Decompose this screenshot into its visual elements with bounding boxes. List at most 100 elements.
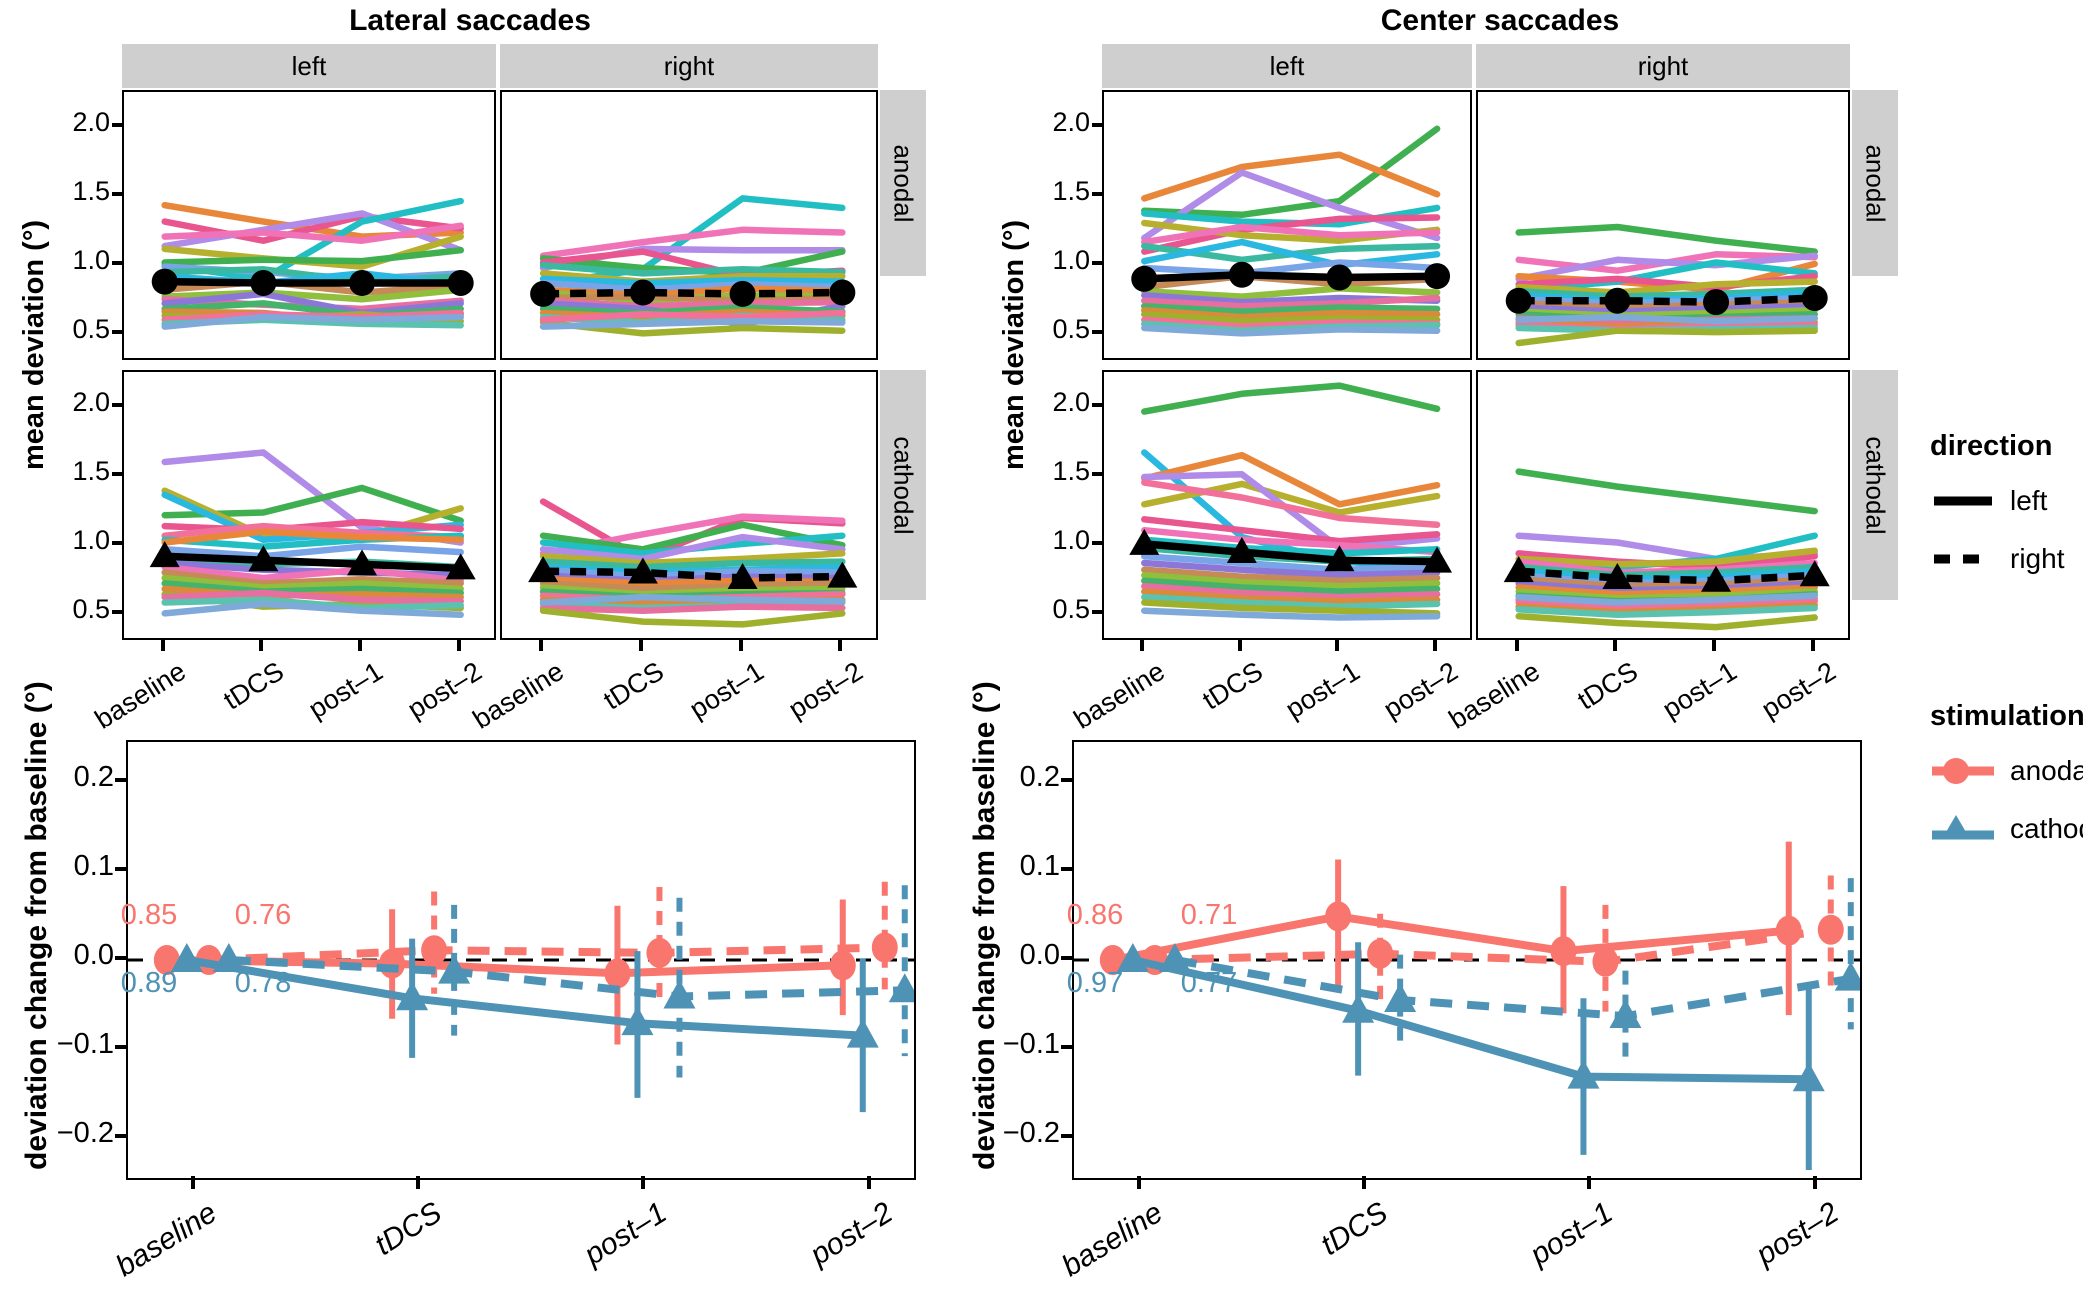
strip-right-center: right [1476, 44, 1850, 88]
y-tick-mark [115, 956, 126, 960]
panel-lateral-change [126, 740, 916, 1180]
strip-cathodal-lateral: cathodal [880, 370, 926, 600]
x-tick-label: post–1 [579, 1196, 673, 1272]
x-tick-mark [1136, 1176, 1141, 1189]
y-tick-mark [1092, 541, 1102, 546]
annotation-value: 0.97 [1066, 967, 1124, 1000]
y-tick-label: 0.2 [73, 761, 114, 794]
y-tick-mark [115, 778, 126, 783]
y-tick-label: −0.1 [1002, 1027, 1060, 1060]
strip-anodal-center: anodal [1852, 90, 1898, 276]
y-tick-label: 1.0 [1052, 245, 1090, 276]
y-tick-label: 2.0 [72, 386, 110, 417]
x-tick-mark [866, 1176, 871, 1189]
y-tick-mark [112, 610, 122, 615]
x-tick-mark [641, 1176, 646, 1189]
y-tick-label: 0.1 [73, 850, 114, 883]
y-tick-mark [112, 261, 122, 266]
y-tick-mark [1061, 956, 1072, 960]
y-tick-mark [1092, 610, 1102, 615]
y-tick-label: 0.5 [72, 594, 110, 625]
legend-direction-title: direction [1930, 430, 2053, 462]
strip-anodal-lateral: anodal [880, 90, 926, 276]
legend-stimulation: stimulation anodal cathodal [1930, 700, 2083, 849]
legend-stimulation-anodal-label: anodal [2010, 755, 2083, 786]
left-figure-title: Lateral saccades [349, 4, 591, 37]
y-tick-mark [112, 402, 122, 407]
y-tick-mark [1061, 867, 1072, 872]
y-tick-mark [112, 330, 122, 335]
y-tick-label: 1.0 [1052, 525, 1090, 556]
y-tick-label: 0.5 [72, 314, 110, 345]
x-tick-label: tDCS [1315, 1196, 1394, 1262]
x-tick-label: post–1 [1525, 1196, 1619, 1272]
x-tick-mark [1613, 640, 1618, 651]
y-tick-label: 2.0 [72, 106, 110, 137]
y-tick-label: 1.5 [1052, 175, 1090, 206]
y-tick-label: 1.5 [72, 455, 110, 486]
strip-right-lateral: right [500, 44, 878, 88]
panel-center-change [1072, 740, 1862, 1180]
y-tick-label: 2.0 [1052, 106, 1090, 137]
x-tick-mark [416, 1176, 421, 1189]
x-tick-mark [1587, 1176, 1592, 1189]
y-tick-mark [1061, 1044, 1072, 1049]
annotation-value: 0.86 [1066, 898, 1124, 931]
annotation-value: 0.71 [1180, 898, 1238, 931]
x-tick-label: post–2 [1750, 1196, 1845, 1272]
y-tick-label: 0.0 [1019, 939, 1060, 971]
x-tick-mark [456, 640, 461, 651]
x-tick-mark [638, 640, 643, 651]
annotation-value: 0.85 [120, 898, 178, 931]
legend-item-stimulation-cathodal[interactable]: cathodal [1930, 809, 2083, 849]
anodal-circle-icon [1930, 751, 1996, 791]
x-tick-mark [190, 1176, 195, 1189]
panel-center-anodal-left [1102, 90, 1472, 360]
y-tick-label: 2.0 [1052, 386, 1090, 417]
panel-center-cathodal-right [1476, 370, 1850, 640]
panel-lateral-anodal-right [500, 90, 878, 360]
right-figure-title: Center saccades [1380, 4, 1620, 37]
solid-line-icon [1930, 481, 1996, 521]
y-tick-label: 1.0 [72, 525, 110, 556]
x-tick-mark [1237, 640, 1242, 651]
annotation-value: 0.78 [234, 967, 292, 1000]
x-tick-mark [539, 640, 544, 651]
y-tick-label: 1.5 [1052, 455, 1090, 486]
x-tick-mark [1514, 640, 1519, 651]
strip-left-center: left [1102, 44, 1472, 88]
x-tick-mark [259, 640, 264, 651]
legend-item-direction-left[interactable]: left [1930, 481, 2064, 521]
x-tick-mark [1810, 640, 1815, 651]
panel-lateral-cathodal-right [500, 370, 878, 640]
legend-item-direction-right[interactable]: right [1930, 539, 2064, 579]
figure-root: Lateral saccades Center saccades left ri… [0, 0, 2083, 1297]
y-tick-mark [1092, 471, 1102, 476]
x-tick-label: baseline [1056, 1196, 1169, 1284]
x-tick-label: baseline [110, 1196, 223, 1284]
panel-lateral-anodal-left [122, 90, 496, 360]
legend-item-stimulation-anodal[interactable]: anodal [1930, 751, 2083, 791]
y-tick-mark [1092, 191, 1102, 196]
legend-direction-right-label: right [2010, 543, 2065, 574]
y-tick-mark [112, 471, 122, 476]
strip-cathodal-center: cathodal [1852, 370, 1898, 600]
y-tick-label: 0.5 [1052, 594, 1090, 625]
x-tick-mark [1335, 640, 1340, 651]
panel-center-cathodal-left [1102, 370, 1472, 640]
x-tick-label: post–2 [804, 1196, 899, 1272]
x-tick-mark [358, 640, 363, 651]
y-tick-label: −0.2 [56, 1116, 114, 1149]
y-tick-label: −0.1 [56, 1027, 114, 1060]
y-tick-mark [1092, 261, 1102, 266]
legend-stimulation-title: stimulation [1930, 700, 2083, 732]
x-tick-label: tDCS [369, 1196, 448, 1262]
y-tick-mark [1092, 122, 1102, 127]
x-tick-mark [838, 640, 843, 651]
y-tick-mark [112, 541, 122, 546]
x-tick-mark [738, 640, 743, 651]
y-tick-mark [115, 1133, 126, 1138]
x-tick-mark [1712, 640, 1717, 651]
y-axis-title-center-change: deviation change from baseline (°) [968, 681, 1001, 1170]
y-tick-label: 0.1 [1019, 850, 1060, 883]
